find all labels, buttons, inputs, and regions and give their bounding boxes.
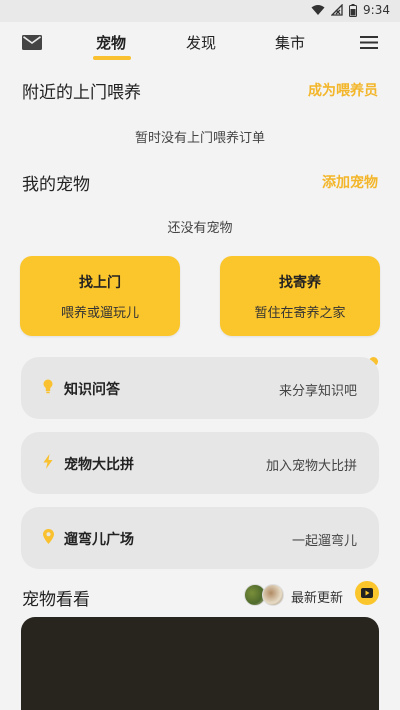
status-icons: 9:34: [311, 3, 390, 17]
latest-update-label[interactable]: 最新更新: [291, 587, 343, 606]
nearby-empty-text: 暂时没有上门喂养订单: [134, 131, 265, 146]
row-subtitle: 来分享知识吧: [278, 384, 357, 399]
add-pet-link[interactable]: 添加宠物: [322, 172, 378, 192]
knowledge-qa-row[interactable]: 知识问答 来分享知识吧: [21, 357, 379, 419]
row-title: 遛弯儿广场: [64, 532, 134, 548]
card-title: 找上门: [79, 275, 121, 291]
top-nav: 宠物 发现 集市: [0, 22, 400, 70]
row-title: 知识问答: [64, 382, 120, 398]
mail-icon[interactable]: [22, 35, 42, 50]
card-title: 找寄养: [279, 275, 321, 291]
pet-contest-row[interactable]: 宠物大比拼 加入宠物大比拼: [21, 432, 379, 494]
pet-view-title: 宠物看看: [22, 590, 90, 610]
tab-pets[interactable]: 宠物: [96, 32, 126, 53]
status-time: 9:34: [363, 3, 390, 17]
battery-icon: [349, 3, 358, 17]
tab-market[interactable]: 集市: [275, 32, 305, 53]
location-pin-icon: [43, 529, 54, 544]
row-title: 宠物大比拼: [64, 457, 134, 473]
nearby-feeding-title: 附近的上门喂养: [22, 83, 141, 103]
lightning-icon: [43, 454, 53, 469]
my-pets-empty-text: 还没有宠物: [167, 221, 233, 236]
find-home-visit-card[interactable]: 找上门 喂养或遛玩儿: [20, 256, 180, 336]
dog-walk-square-row[interactable]: 遛弯儿广场 一起遛弯儿: [21, 507, 379, 569]
row-subtitle: 加入宠物大比拼: [265, 459, 357, 474]
tab-discover[interactable]: 发现: [186, 32, 216, 53]
pet-video-preview[interactable]: [21, 617, 379, 710]
become-feeder-link[interactable]: 成为喂养员: [308, 80, 378, 100]
row-subtitle: 一起遛弯儿: [291, 534, 357, 549]
find-boarding-card[interactable]: 找寄养 暂住在寄养之家: [220, 256, 380, 336]
play-button[interactable]: [355, 581, 379, 605]
status-bar: 9:34: [0, 0, 400, 22]
wifi-icon: [311, 5, 325, 15]
active-tab-indicator: [93, 56, 131, 60]
menu-icon[interactable]: [360, 36, 378, 49]
lightbulb-icon: [43, 379, 53, 394]
my-pets-title: 我的宠物: [22, 175, 90, 195]
card-subtitle: 暂住在寄养之家: [254, 306, 346, 321]
card-subtitle: 喂养或遛玩儿: [60, 306, 139, 321]
avatar: [262, 584, 284, 606]
no-signal-icon: [331, 4, 343, 16]
play-icon: [361, 588, 373, 598]
